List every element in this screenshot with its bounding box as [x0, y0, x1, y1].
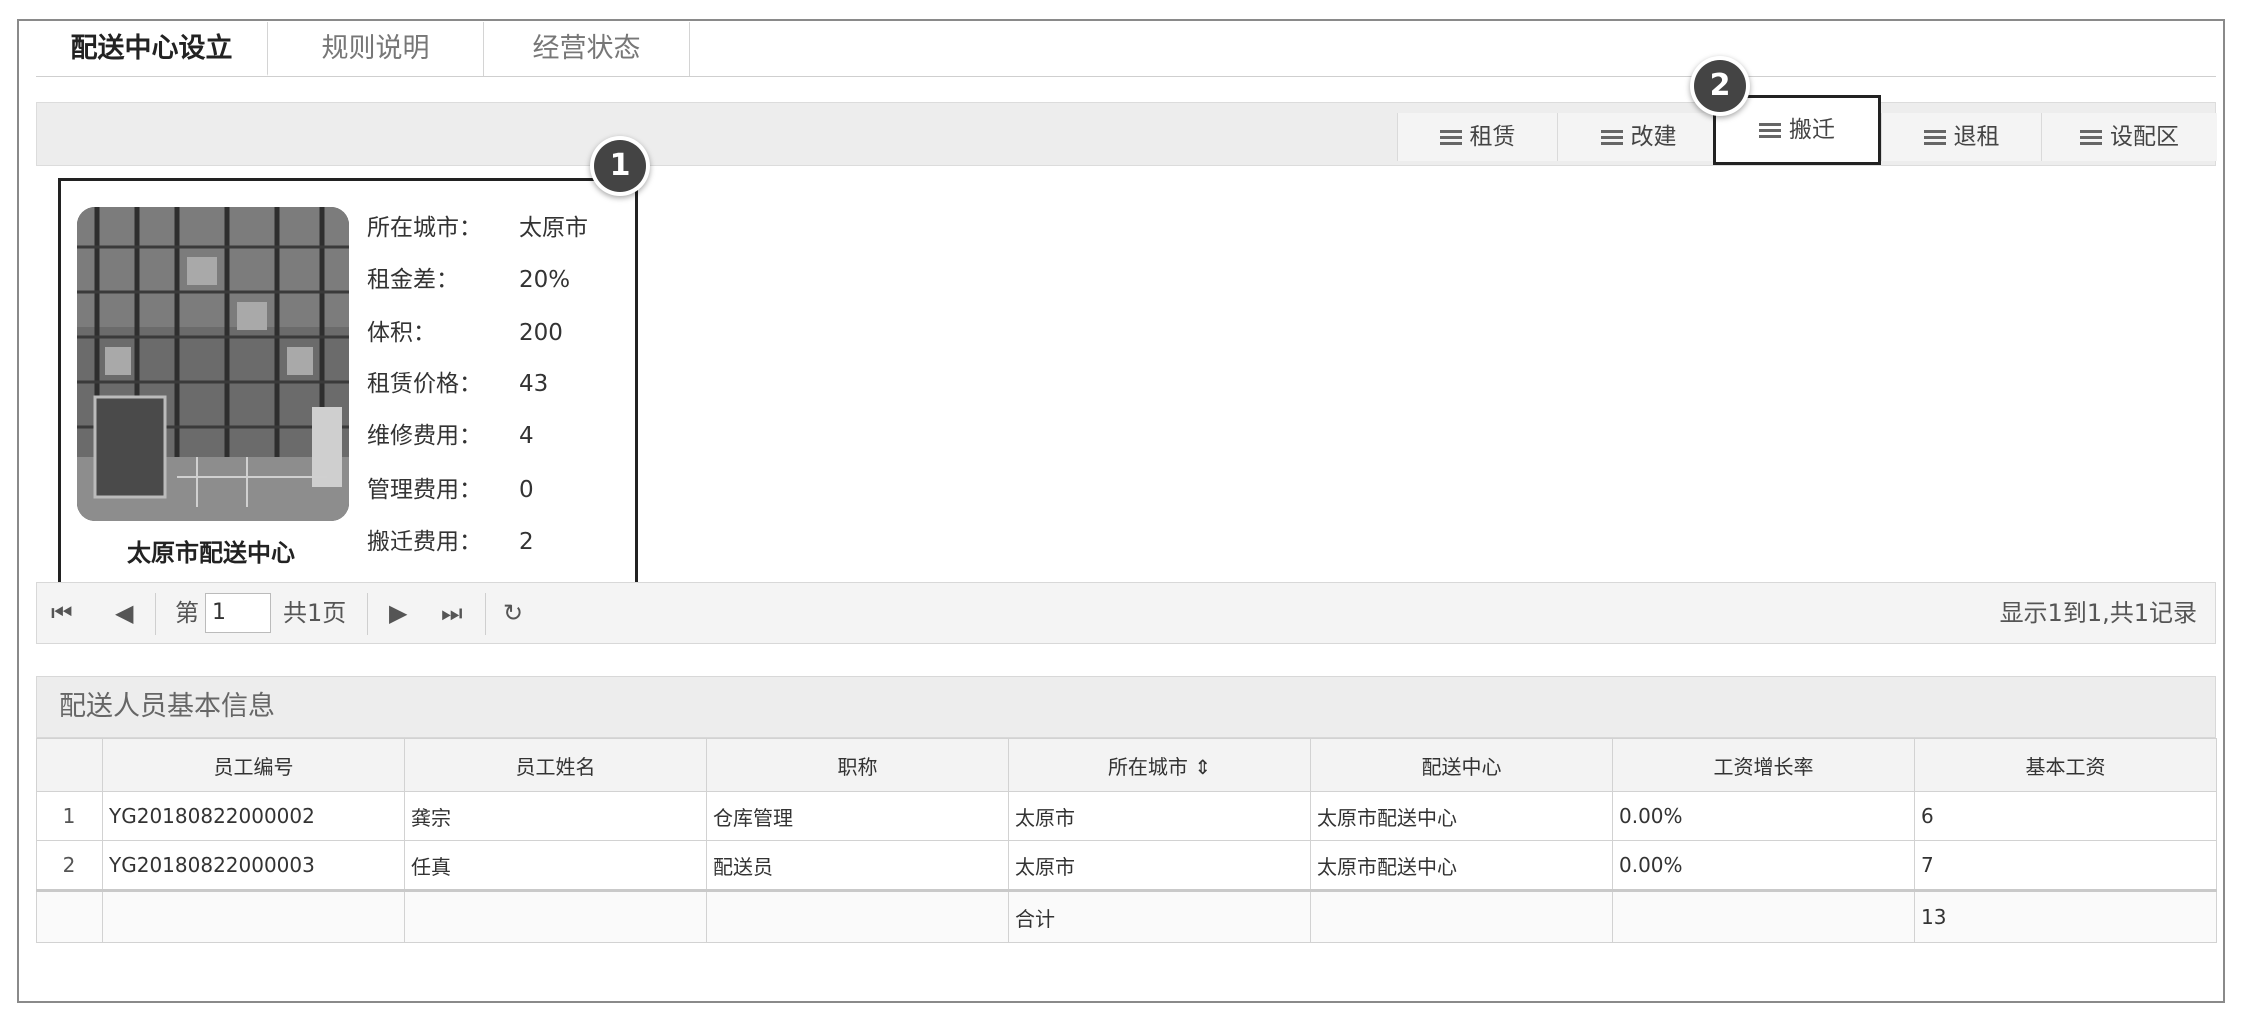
rebuild-button[interactable]: 改建 — [1557, 113, 1719, 161]
cell-title: 配送员 — [706, 840, 1009, 891]
next-page-icon[interactable]: ▶ — [389, 583, 407, 643]
tab-bar: 配送中心设立 规则说明 经营状态 — [36, 22, 2216, 77]
total-row: 合计 13 — [36, 889, 2217, 943]
callout-badge-2: 2 — [1694, 60, 1746, 112]
info-label: 体积： — [367, 320, 436, 346]
prev-page-icon[interactable]: ◀ — [115, 583, 133, 643]
tab-business-status[interactable]: 经营状态 — [484, 22, 690, 76]
cell-title: 仓库管理 — [706, 791, 1009, 841]
staff-table: 员工编号 员工姓名 职称 所在城市 ⇕ 配送中心 工资增长率 基本工资 1 YG… — [36, 738, 2217, 943]
info-value: 43 — [519, 371, 549, 397]
cell-employee-name: 龚宗 — [404, 791, 707, 841]
callout-badge-1: 1 — [594, 140, 646, 192]
empty-cell — [102, 889, 405, 943]
record-summary: 显示1到1,共1记录 — [1999, 599, 2197, 627]
cell-city: 太原市 — [1008, 840, 1311, 891]
cell-center: 太原市配送中心 — [1310, 791, 1613, 841]
page-total: 共1页 — [283, 599, 347, 627]
info-row-management-cost: 管理费用： 0 — [367, 475, 534, 505]
set-distribution-area-button[interactable]: 设配区 — [2041, 113, 2217, 161]
row-number — [36, 889, 103, 943]
list-icon — [1600, 129, 1623, 146]
cell-employee-name: 任真 — [404, 840, 707, 891]
first-page-icon[interactable]: ⏮ — [51, 583, 73, 643]
terminate-lease-button[interactable]: 退租 — [1881, 113, 2041, 161]
table-row[interactable]: 1 YG20180822000002 龚宗 仓库管理 太原市 太原市配送中心 0… — [36, 791, 2217, 841]
empty-cell — [1612, 889, 1915, 943]
info-value: 200 — [519, 320, 563, 346]
info-row-maintenance-cost: 维修费用： 4 — [367, 421, 534, 451]
info-value: 太原市 — [519, 215, 588, 241]
info-label: 管理费用： — [367, 477, 482, 503]
lease-button[interactable]: 租赁 — [1397, 113, 1557, 161]
info-value: 20% — [519, 267, 571, 293]
list-icon — [1759, 122, 1781, 139]
info-row-rent-diff: 租金差： 20% — [367, 265, 570, 295]
empty-cell — [706, 889, 1009, 943]
row-number-header — [36, 738, 103, 792]
warehouse-photo — [77, 207, 349, 521]
tab-rules[interactable]: 规则说明 — [268, 22, 484, 76]
cell-city: 太原市 — [1008, 791, 1311, 841]
toolbar: 租赁 改建 搬迁 退租 设配区 — [36, 95, 2217, 166]
column-header-employee-name[interactable]: 员工姓名 — [404, 738, 707, 792]
info-row-city: 所在城市： 太原市 — [367, 213, 588, 243]
cell-employee-id: YG20180822000002 — [102, 791, 405, 841]
table-row[interactable]: 2 YG20180822000003 任真 配送员 太原市 太原市配送中心 0.… — [36, 840, 2217, 891]
cell-base-salary: 6 — [1914, 791, 2217, 841]
info-row-volume: 体积： 200 — [367, 318, 563, 348]
empty-cell — [404, 889, 707, 943]
cell-salary-growth: 0.00% — [1612, 840, 1915, 891]
cell-center: 太原市配送中心 — [1310, 840, 1613, 891]
row-number: 2 — [36, 840, 103, 891]
distribution-center-card[interactable]: 太原市配送中心 所在城市： 太原市 租金差： 20% 体积： 200 租赁价格： 43 … — [58, 178, 638, 586]
column-header-city[interactable]: 所在城市 ⇕ — [1008, 738, 1311, 792]
staff-panel-title: 配送人员基本信息 — [36, 676, 2216, 738]
list-icon — [1439, 129, 1462, 146]
column-header-title[interactable]: 职称 — [706, 738, 1009, 792]
last-page-icon[interactable]: ⏭ — [441, 583, 463, 643]
info-value: 0 — [519, 477, 534, 503]
list-icon — [1923, 129, 1946, 146]
center-name: 太原市配送中心 — [127, 539, 295, 567]
list-icon — [2080, 129, 2102, 146]
total-value: 13 — [1914, 889, 2217, 943]
page-number-input[interactable]: 1 — [205, 593, 271, 633]
info-value: 2 — [519, 529, 534, 555]
pager-divider — [367, 593, 368, 635]
info-label: 租金差： — [367, 267, 459, 293]
cell-employee-id: YG20180822000003 — [102, 840, 405, 891]
empty-cell — [1310, 889, 1613, 943]
column-header-center[interactable]: 配送中心 — [1310, 738, 1613, 792]
tab-distribution-center-setup[interactable]: 配送中心设立 — [36, 22, 268, 76]
pager-divider — [485, 593, 486, 635]
table-header-row: 员工编号 员工姓名 职称 所在城市 ⇕ 配送中心 工资增长率 基本工资 — [36, 738, 2217, 792]
pager-divider — [155, 593, 156, 635]
info-label: 搬迁费用： — [367, 529, 482, 555]
page-prefix: 第 — [175, 599, 199, 627]
pagination-bar: ⏮ ◀ 第 1 共1页 ▶ ⏭ ↻ 显示1到1,共1记录 — [36, 582, 2216, 644]
info-label: 租赁价格： — [367, 371, 482, 397]
info-value: 4 — [519, 423, 534, 449]
column-header-base-salary[interactable]: 基本工资 — [1914, 738, 2217, 792]
info-row-lease-price: 租赁价格： 43 — [367, 369, 548, 399]
column-header-salary-growth[interactable]: 工资增长率 — [1612, 738, 1915, 792]
relocate-button[interactable]: 搬迁 — [1713, 95, 1881, 165]
refresh-icon[interactable]: ↻ — [503, 583, 523, 643]
info-label: 维修费用： — [367, 423, 482, 449]
info-row-relocation-cost: 搬迁费用： 2 — [367, 527, 534, 557]
cell-base-salary: 7 — [1914, 840, 2217, 891]
total-label: 合计 — [1008, 889, 1311, 943]
column-header-employee-id[interactable]: 员工编号 — [102, 738, 405, 792]
row-number: 1 — [36, 791, 103, 841]
info-label: 所在城市： — [367, 215, 482, 241]
cell-salary-growth: 0.00% — [1612, 791, 1915, 841]
